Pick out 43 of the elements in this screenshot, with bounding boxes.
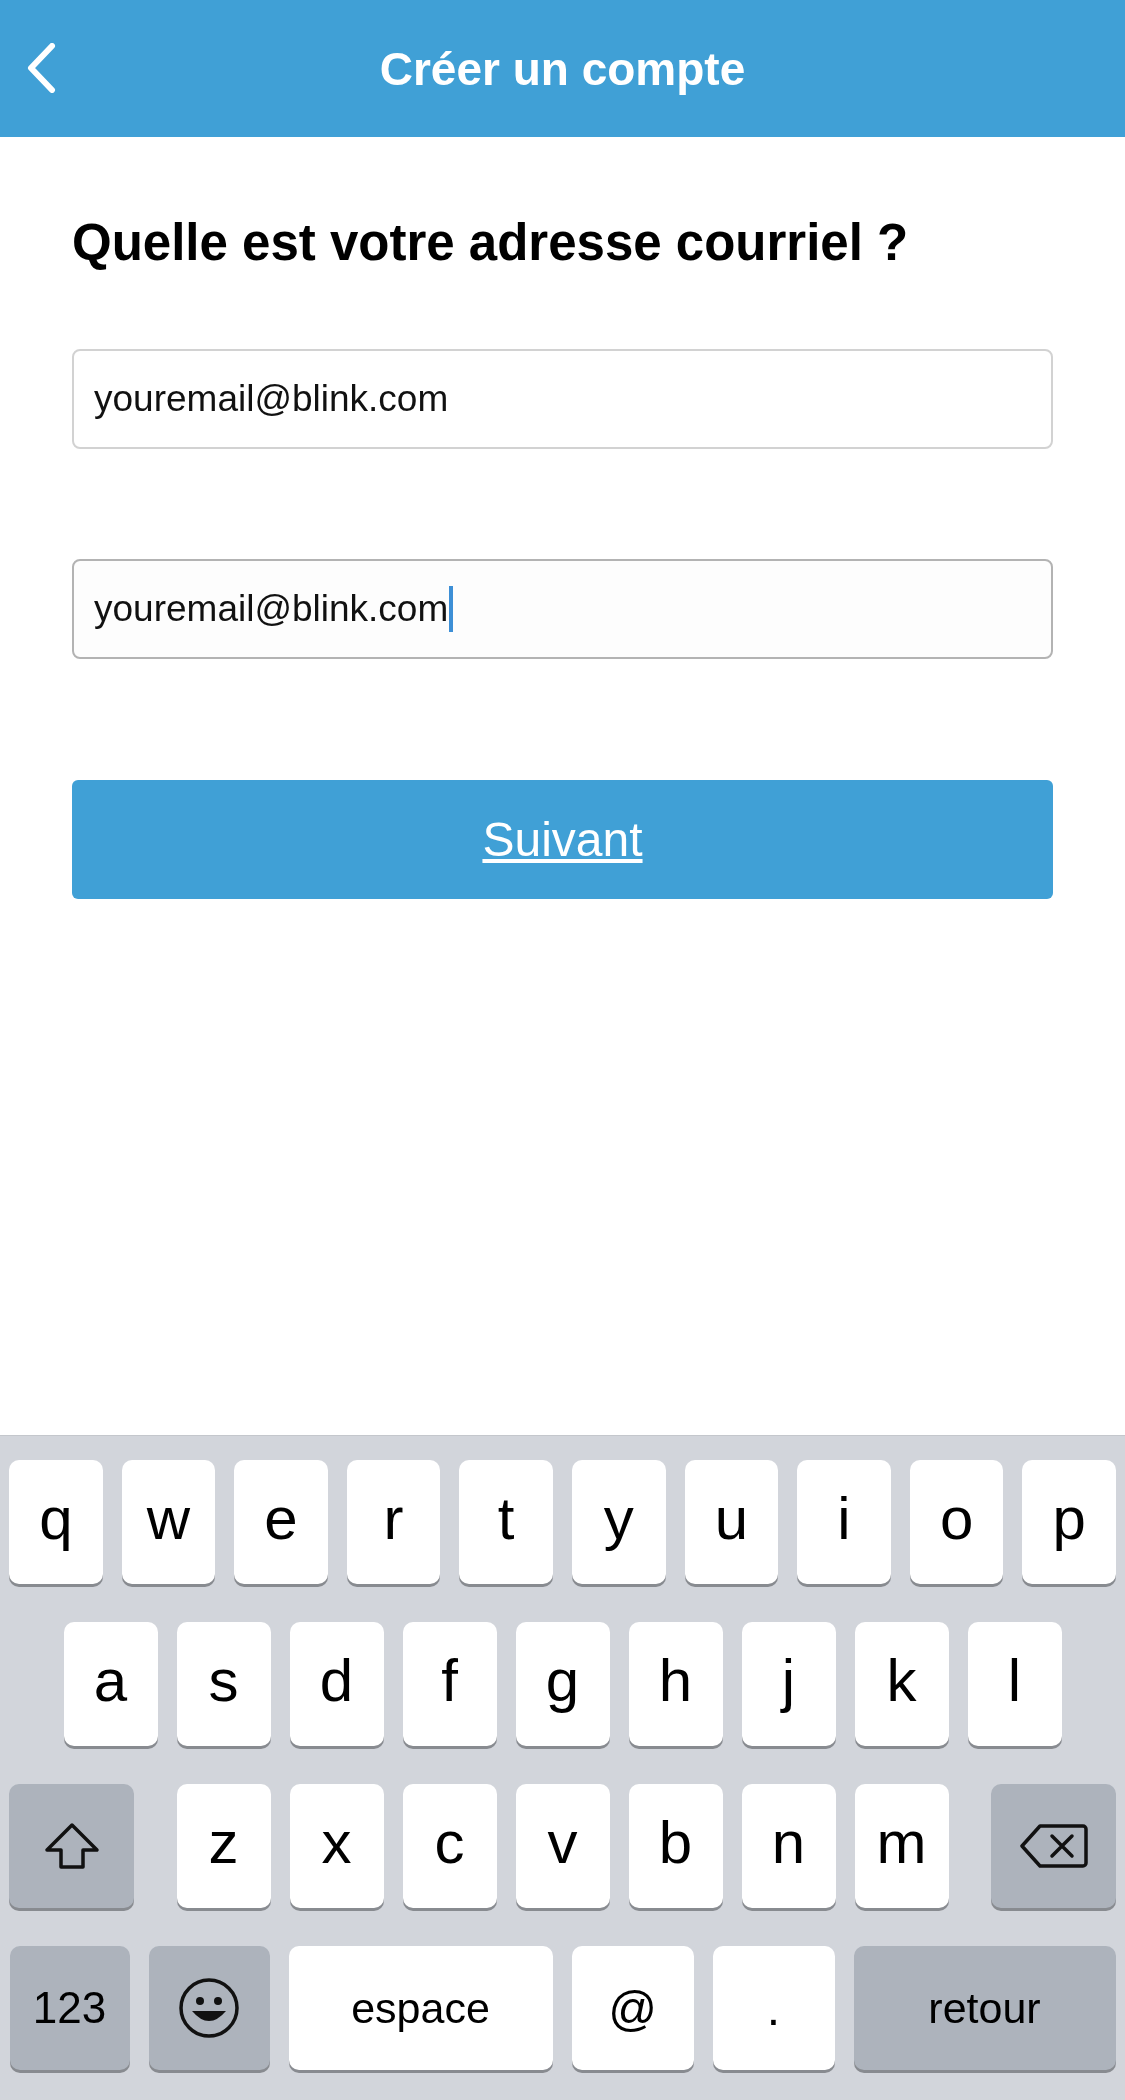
letter-key[interactable]: o	[909, 1460, 1004, 1584]
letter-key[interactable]: v	[515, 1784, 610, 1908]
letter-key[interactable]: d	[289, 1622, 384, 1746]
letter-key[interactable]: z	[176, 1784, 271, 1908]
shift-icon	[42, 1822, 101, 1870]
letter-key[interactable]: c	[402, 1784, 497, 1908]
letter-key[interactable]: n	[741, 1784, 836, 1908]
letter-key[interactable]: y	[572, 1460, 666, 1584]
letter-key[interactable]: a	[63, 1622, 158, 1746]
letter-key[interactable]: b	[628, 1784, 723, 1908]
screen-title: Créer un compte	[379, 41, 746, 96]
letter-key[interactable]: l	[967, 1622, 1062, 1746]
letter-key[interactable]: x	[289, 1784, 384, 1908]
delete-key[interactable]	[991, 1784, 1116, 1908]
smiley-icon	[178, 1977, 240, 2039]
emoji-key[interactable]	[148, 1946, 270, 2070]
letter-key[interactable]: g	[515, 1622, 610, 1746]
letter-key[interactable]: q	[9, 1460, 103, 1584]
question-heading: Quelle est votre adresse courriel ?	[72, 213, 910, 272]
letter-key[interactable]: w	[121, 1460, 216, 1584]
email-field[interactable]: youremail@blink.com	[72, 349, 1053, 449]
numbers-key[interactable]: 123	[9, 1946, 130, 2070]
letter-key[interactable]: e	[234, 1460, 328, 1584]
text-caret	[449, 586, 454, 632]
symbol-key[interactable]: .	[712, 1946, 835, 2070]
letter-key[interactable]: j	[741, 1622, 836, 1746]
letter-key[interactable]: t	[459, 1460, 553, 1584]
letter-key[interactable]: k	[854, 1622, 949, 1746]
return-key[interactable]: retour	[853, 1946, 1116, 2070]
back-icon[interactable]	[26, 43, 56, 93]
letter-key[interactable]: h	[628, 1622, 723, 1746]
letter-key[interactable]: f	[402, 1622, 497, 1746]
backspace-icon	[1019, 1823, 1088, 1869]
letter-key[interactable]: i	[797, 1460, 891, 1584]
shift-key[interactable]	[9, 1784, 134, 1908]
email-field[interactable]: youremail@blink.com	[72, 559, 1053, 659]
letter-key[interactable]: u	[684, 1460, 779, 1584]
letter-key[interactable]: m	[854, 1784, 949, 1908]
symbol-key[interactable]: @	[571, 1946, 694, 2070]
letter-key[interactable]: s	[176, 1622, 271, 1746]
space-key[interactable]: espace	[288, 1946, 553, 2070]
letter-key[interactable]: r	[346, 1460, 441, 1584]
letter-key[interactable]: p	[1022, 1460, 1116, 1584]
